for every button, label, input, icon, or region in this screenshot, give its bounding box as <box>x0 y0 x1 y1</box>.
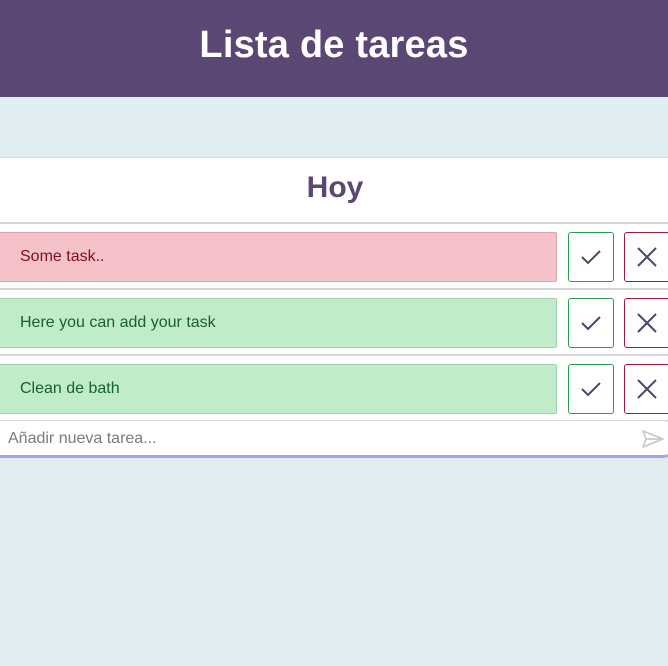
new-task-bar <box>0 421 668 458</box>
close-icon <box>637 379 657 399</box>
task-label: Here you can add your task <box>20 314 216 331</box>
check-icon <box>581 382 601 397</box>
send-button[interactable] <box>641 428 665 450</box>
close-icon <box>637 247 657 267</box>
delete-task-button[interactable] <box>624 298 668 348</box>
app-header: Lista de tareas <box>0 0 668 97</box>
task-item[interactable]: Here you can add your task <box>0 298 557 348</box>
send-icon <box>642 430 664 448</box>
complete-task-button[interactable] <box>568 232 614 282</box>
task-label: Some task.. <box>20 248 105 265</box>
task-row: Clean de bath <box>0 356 668 422</box>
task-row: Some task.. <box>0 224 668 290</box>
delete-task-button[interactable] <box>624 364 668 414</box>
complete-task-button[interactable] <box>568 364 614 414</box>
new-task-input[interactable] <box>6 426 610 452</box>
task-item[interactable]: Some task.. <box>0 232 557 282</box>
list-header: Hoy <box>0 157 668 224</box>
list-title: Hoy <box>306 171 364 204</box>
task-list-card: Hoy Some task.. Here you can add your ta… <box>0 157 668 461</box>
check-icon <box>581 316 601 331</box>
check-icon <box>581 250 601 265</box>
app-title: Lista de tareas <box>199 24 469 66</box>
task-row: Here you can add your task <box>0 290 668 356</box>
task-label: Clean de bath <box>20 380 120 397</box>
close-icon <box>637 313 657 333</box>
delete-task-button[interactable] <box>624 232 668 282</box>
task-item[interactable]: Clean de bath <box>0 364 557 414</box>
complete-task-button[interactable] <box>568 298 614 348</box>
